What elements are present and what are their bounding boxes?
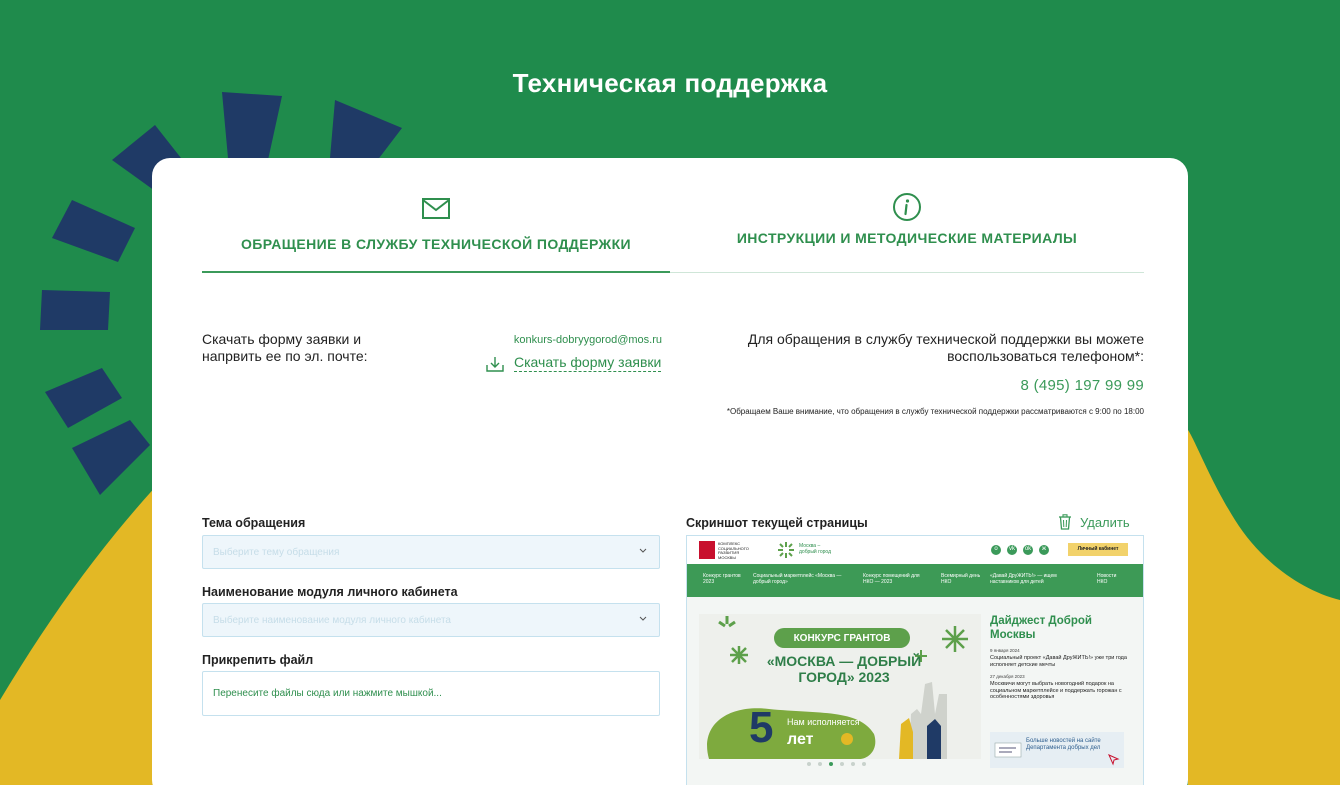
mini-banner-headline: «МОСКВА — ДОБРЫЙ ГОРОД» 2023 (766, 653, 922, 685)
topic-placeholder: Выберите тему обращения (213, 547, 340, 558)
mini-digest-title: Дайджест Доброй Москвы (990, 615, 1093, 641)
mini-social-icon: vk (1007, 545, 1017, 555)
mini-logo: КОМПЛЕКС СОЦИАЛЬНОГО РАЗВИТИЯ МОСКВЫ (699, 541, 749, 559)
trash-icon (1059, 514, 1071, 530)
mini-social-icon: ok (1023, 545, 1033, 555)
module-label: Наименование модуля личного кабинета (202, 585, 458, 599)
download-form-link[interactable]: Скачать форму заявки (486, 354, 662, 374)
mini-banner-sub: Нам исполняется (787, 717, 860, 727)
topic-select[interactable]: Выберите тему обращения (202, 535, 660, 569)
tab-instructions-label: ИНСТРУКЦИИ И МЕТОДИЧЕСКИЕ МАТЕРИАЛЫ (736, 230, 1078, 246)
working-hours-note: *Обращаем Ваше внимание, что обращения в… (726, 407, 1144, 416)
mini-social-icon: ж (1039, 545, 1049, 555)
mini-nav-item: «Давай ДруЖИТЬ!» — ищем наставников для … (990, 573, 1057, 585)
envelope-icon (422, 198, 450, 219)
download-form-label: Скачать форму заявки (514, 354, 662, 372)
mini-news-text: Социальный проект «Давай ДруЖИТЬ!» уже т… (990, 655, 1127, 668)
department-logo-icon (994, 742, 1022, 758)
mini-nav-item: Новости НКО (1097, 573, 1117, 585)
mini-nav-item: Конкурс помещений для НКО — 2023 (863, 573, 920, 585)
tab-instructions[interactable]: ИНСТРУКЦИИ И МЕТОДИЧЕСКИЕ МАТЕРИАЛЫ (670, 192, 1144, 272)
tab-support-request[interactable]: ОБРАЩЕНИЕ В СЛУЖБУ ТЕХНИЧЕСКОЙ ПОДДЕРЖКИ (202, 192, 670, 273)
support-phone[interactable]: 8 (495) 197 99 99 (912, 377, 1144, 394)
download-instructions-text: Скачать форму заявки и напрвить ее по эл… (202, 331, 368, 364)
delete-screenshot-button[interactable]: Удалить (1058, 514, 1138, 532)
screenshot-label: Скриншот текущей страницы (686, 516, 868, 530)
dropzone-placeholder: Перенесите файлы сюда или нажмите мышкой… (213, 688, 442, 699)
chevron-down-icon (639, 616, 647, 621)
module-placeholder: Выберите наименование модуля личного каб… (213, 615, 451, 626)
chevron-down-icon (639, 548, 647, 553)
mini-nav: Конкурс грантов 2023 Социальный маркетпл… (687, 564, 1143, 597)
mini-banner-pill: КОНКУРС ГРАНТОВ (774, 628, 910, 648)
sun-logo-icon (778, 542, 794, 558)
mini-carousel-dots (807, 762, 877, 768)
mini-news-date: 9 января 2024 (990, 648, 1020, 653)
mini-news-date: 27 декабря 2023 (990, 674, 1025, 679)
info-icon (893, 193, 921, 221)
support-card: ОБРАЩЕНИЕ В СЛУЖБУ ТЕХНИЧЕСКОЙ ПОДДЕРЖКИ… (152, 158, 1188, 785)
mini-banner-number: 5 (749, 703, 774, 752)
mini-nav-item: Конкурс грантов 2023 (703, 573, 741, 585)
phone-instructions-text: Для обращения в службу технической подде… (747, 331, 1144, 364)
tab-support-request-label: ОБРАЩЕНИЕ В СЛУЖБУ ТЕХНИЧЕСКОЙ ПОДДЕРЖКИ (241, 236, 631, 252)
mini-header: КОМПЛЕКС СОЦИАЛЬНОГО РАЗВИТИЯ МОСКВЫ Мос… (687, 536, 1143, 564)
file-dropzone[interactable]: Перенесите файлы сюда или нажмите мышкой… (202, 671, 660, 716)
delete-label: Удалить (1080, 515, 1130, 530)
mini-banner: КОНКУРС ГРАНТОВ «МОСКВА — ДОБРЫЙ ГОРОД» … (699, 614, 981, 759)
mini-nav-item: Всемирный день НКО (941, 573, 981, 585)
screenshot-preview: КОМПЛЕКС СОЦИАЛЬНОГО РАЗВИТИЯ МОСКВЫ Мос… (686, 535, 1144, 785)
mini-news-text: Москвичи могут выбрать новогодний подаро… (990, 681, 1122, 700)
mini-digest: Дайджест Доброй Москвы 9 января 2024 Соц… (990, 614, 1140, 701)
mini-social-icon: o (991, 545, 1001, 555)
cursor-icon (1108, 754, 1120, 766)
mini-banner-years: лет (787, 731, 814, 748)
mini-cabinet-button: Личный кабинет (1068, 543, 1128, 556)
download-icon (486, 357, 504, 372)
page-title: Техническая поддержка (512, 68, 828, 98)
support-email-link[interactable]: konkurs-dobryygorod@mos.ru (464, 334, 662, 346)
mini-more-news: Больше новостей на сайте Департамента до… (990, 732, 1124, 768)
module-select[interactable]: Выберите наименование модуля личного каб… (202, 603, 660, 637)
mini-nav-item: Социальный маркетплейс «Москва — добрый … (753, 573, 842, 585)
attach-label: Прикрепить файл (202, 653, 314, 667)
tab-bar: ОБРАЩЕНИЕ В СЛУЖБУ ТЕХНИЧЕСКОЙ ПОДДЕРЖКИ… (202, 192, 1144, 273)
mini-brand: Москва – добрый город (777, 540, 847, 560)
topic-label: Тема обращения (202, 516, 306, 530)
